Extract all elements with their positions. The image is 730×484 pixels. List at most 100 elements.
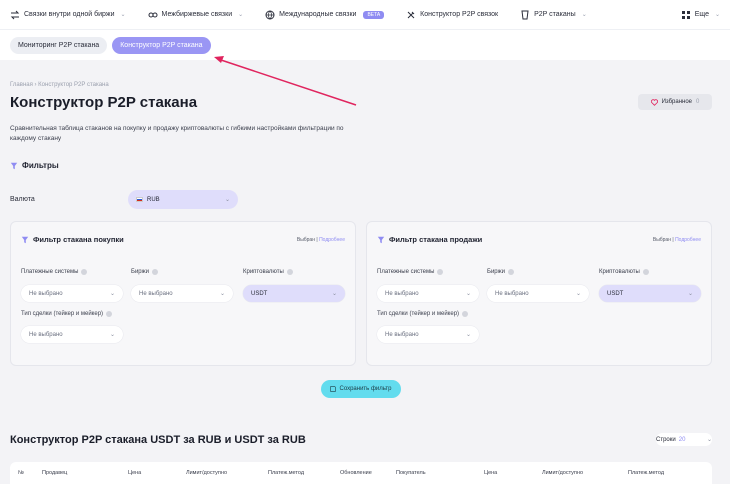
beta-badge: BETA [363, 10, 385, 19]
globe-icon [265, 10, 275, 19]
exchange-label-text: Биржи [131, 269, 149, 275]
deal-label-text: Тип сделки (тейкер и мейкер) [21, 311, 104, 317]
help-icon[interactable] [152, 269, 158, 275]
buy-panel-title: Фильтр стакана покупки [33, 235, 124, 244]
payment-label: Платежные системы [377, 269, 444, 275]
table-title: Конструктор P2P стакана USDT за RUB и US… [10, 434, 306, 446]
deal-value: Не выбрано [385, 331, 419, 338]
chevron-down-icon: ⌄ [219, 291, 225, 297]
crypto-select[interactable]: USDT ⌄ [243, 285, 345, 302]
exchange-value: Не выбрано [139, 290, 173, 297]
col-buyer: Покупатель [396, 470, 426, 476]
chevron-down-icon: ⌄ [120, 12, 126, 18]
exchange-select[interactable]: Не выбрано ⌄ [487, 285, 589, 302]
help-icon[interactable] [106, 311, 113, 317]
chevron-down-icon: ⌄ [109, 291, 115, 297]
crypto-value: USDT [251, 290, 268, 297]
rows-per-page-select[interactable]: Строки 20 ⌄ [656, 433, 712, 446]
link-icon [148, 12, 158, 17]
favorites-count: 0 [696, 99, 700, 105]
selected-label: Выбран [296, 237, 315, 243]
help-icon[interactable] [286, 269, 293, 275]
nav-item-international[interactable]: Международные связки BETA [265, 10, 385, 20]
payment-value: Не выбрано [385, 290, 419, 297]
heart-icon [650, 98, 658, 106]
crypto-value: USDT [607, 290, 624, 297]
chevron-down-icon: ⌄ [706, 437, 712, 443]
details-link[interactable]: Подробнее [319, 237, 345, 243]
crypto-label-text: Криптовалюты [243, 269, 284, 275]
col-limit-buy: Лимит/доступно [542, 470, 584, 476]
exchange-label: Биржи [131, 269, 158, 275]
currency-select[interactable]: RUB ⌄ [128, 190, 238, 209]
favorites-button[interactable]: Избранное 0 [638, 94, 712, 110]
chevron-down-icon: ⌄ [224, 197, 230, 203]
chevron-down-icon: ⌄ [109, 332, 115, 338]
chevron-down-icon: ⌄ [238, 12, 244, 18]
details-link[interactable]: Подробнее [675, 237, 701, 243]
page-description: Сравнительная таблица стаканов на покупк… [10, 125, 344, 142]
glass-icon [521, 10, 529, 19]
chevron-down-icon: ⌄ [581, 12, 587, 18]
chevron-down-icon: ⌄ [331, 291, 337, 297]
nav-item-p2p-glasses[interactable]: P2P стаканы ⌄ [520, 10, 587, 20]
crypto-select[interactable]: USDT ⌄ [599, 285, 701, 302]
payment-label-text: Платежные системы [377, 269, 435, 275]
tab-constructor[interactable]: Конструктор P2P стакана [112, 36, 211, 54]
exchange-label-text: Биржи [487, 269, 505, 275]
save-filter-button[interactable]: Сохранить фильтр [321, 380, 401, 398]
sub-tabs: Мониторинг P2P стакана Конструктор P2P с… [0, 29, 730, 60]
nav-item-same-exchange[interactable]: Связки внутри одной биржи ⌄ [10, 10, 126, 20]
filter-icon [10, 162, 18, 169]
nav-label: Международные связки [279, 11, 357, 18]
deal-type-select[interactable]: Не выбрано ⌄ [377, 326, 479, 343]
payment-select[interactable]: Не выбрано ⌄ [21, 285, 123, 302]
grid-icon [681, 10, 690, 19]
nav-label: Связки внутри одной биржи [24, 11, 115, 18]
nav-label: P2P стаканы [534, 11, 576, 18]
rows-value: 20 [678, 436, 686, 443]
deal-type-label: Тип сделки (тейкер и мейкер) [21, 311, 113, 317]
deal-value: Не выбрано [29, 331, 63, 338]
rows-label: Строки [656, 436, 676, 443]
col-limit-sell: Лимит/доступно [186, 470, 228, 476]
col-seller: Продавец [42, 470, 68, 476]
help-icon[interactable] [437, 269, 444, 275]
buy-panel-selected: Выбран | Подробнее [296, 237, 345, 243]
filters-heading: Фильтры [10, 161, 59, 170]
payment-label-text: Платежные системы [21, 269, 79, 275]
sell-panel-selected: Выбран | Подробнее [652, 237, 701, 243]
deal-type-label: Тип сделки (тейкер и мейкер) [377, 311, 469, 317]
chevron-down-icon: ⌄ [575, 291, 581, 297]
deal-type-select[interactable]: Не выбрано ⌄ [21, 326, 123, 343]
tab-monitoring[interactable]: Мониторинг P2P стакана [10, 36, 108, 54]
nav-more[interactable]: Еще ⌄ [681, 10, 720, 20]
selected-label: Выбран [652, 237, 671, 243]
help-icon[interactable] [81, 269, 88, 275]
currency-value: RUB [147, 196, 160, 203]
help-icon[interactable] [642, 269, 649, 275]
crypto-label: Криптовалюты [243, 269, 293, 275]
nav-label: Конструктор P2P связок [420, 11, 499, 18]
nav-label: Межбиржевые связки [161, 11, 233, 18]
table-header: № Продавец Цена Лимит/доступно Платеж.ме… [10, 462, 712, 484]
exchange-select[interactable]: Не выбрано ⌄ [131, 285, 233, 302]
exchange-label: Биржи [487, 269, 514, 275]
top-nav: Связки внутри одной биржи ⌄ Межбиржевые … [0, 0, 730, 29]
filter-icon [377, 236, 385, 243]
breadcrumb[interactable]: Главная › Конструктор P2P стакана [10, 82, 109, 88]
nav-item-p2p-constructor[interactable]: Конструктор P2P связок [406, 10, 498, 20]
help-icon[interactable] [462, 311, 469, 317]
currency-label: Валюта [10, 196, 35, 203]
nav-item-inter-exchange[interactable]: Межбиржевые связки ⌄ [148, 10, 244, 20]
crypto-label-text: Криптовалюты [599, 269, 640, 275]
save-filter-label: Сохранить фильтр [339, 386, 392, 392]
payment-select[interactable]: Не выбрано ⌄ [377, 285, 479, 302]
save-icon [330, 386, 337, 392]
chevron-down-icon: ⌄ [714, 12, 720, 18]
help-icon[interactable] [508, 269, 514, 275]
page-title: Конструктор P2P стакана [10, 94, 198, 111]
crypto-label: Криптовалюты [599, 269, 649, 275]
favorites-label: Избранное [661, 99, 693, 105]
deal-label-text: Тип сделки (тейкер и мейкер) [377, 311, 460, 317]
